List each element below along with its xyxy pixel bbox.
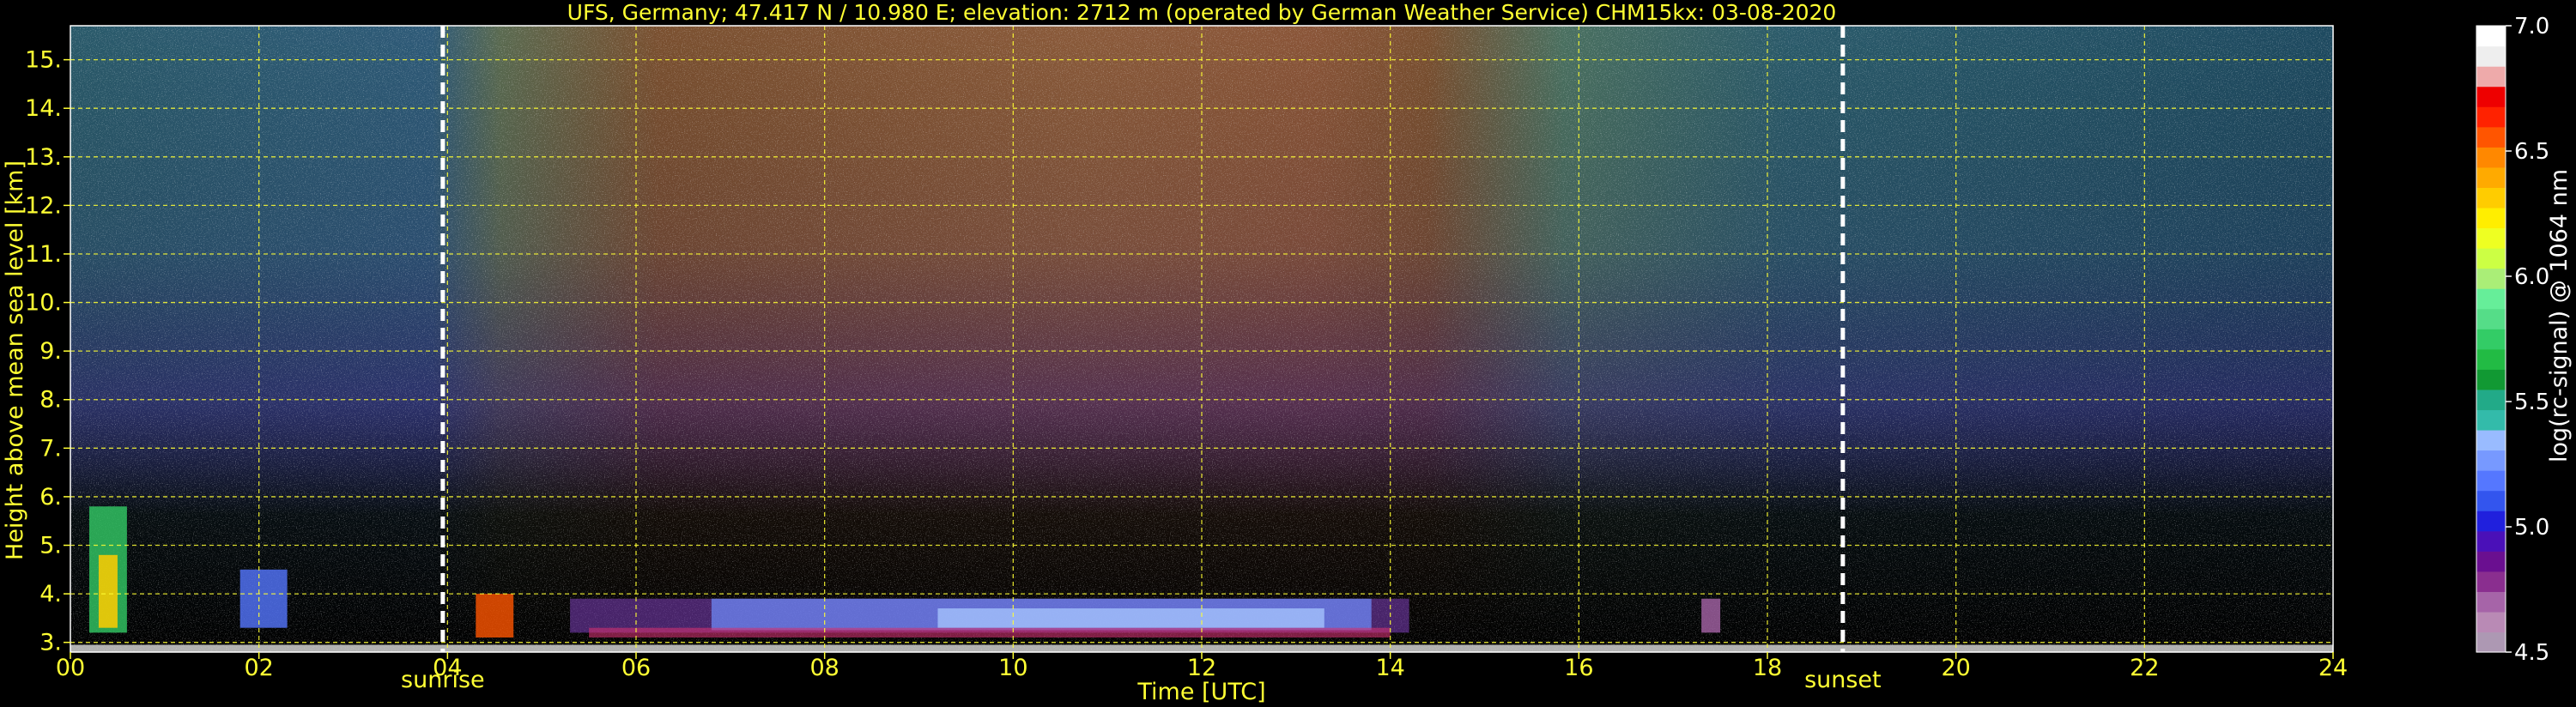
colorbar-segment [2476, 166, 2506, 188]
colorbar-segment [2476, 126, 2506, 148]
y-tick-label: 12. [25, 192, 62, 219]
colorbar-segment [2476, 248, 2506, 269]
x-tick-label: 16 [1564, 655, 1593, 681]
colorbar-segment [2476, 530, 2506, 552]
y-tick-label: 15. [25, 47, 62, 74]
colorbar-segment [2476, 308, 2506, 329]
colorbar-segment [2476, 86, 2506, 107]
colorbar-segment [2476, 571, 2506, 592]
colorbar-segment [2476, 409, 2506, 431]
x-tick-label: 00 [56, 655, 85, 681]
colorbar: 4.5 5.0 5.5 6.0 6.5 7.0 [2476, 14, 2549, 666]
cloud-04utc [476, 594, 514, 638]
colorbar-segment [2476, 45, 2506, 67]
colorbar-label: log(rc-signal) @ 1064 nm [2546, 169, 2573, 462]
colorbar-segment [2476, 348, 2506, 370]
x-tick-label: 02 [244, 655, 273, 681]
colorbar-tick-label: 6.0 [2514, 264, 2549, 290]
x-tick-label: 10 [998, 655, 1027, 681]
colorbar-segment [2476, 389, 2506, 411]
colorbar-segment [2476, 207, 2506, 229]
colorbar-tick-label: 5.5 [2514, 390, 2549, 415]
surface-layer [589, 627, 1391, 638]
colorbar-tick-label: 4.5 [2514, 640, 2549, 666]
x-axis: 00 02 04 06 08 10 12 14 16 18 20 22 24 [56, 652, 2348, 681]
y-tick-label: 8. [39, 387, 62, 414]
colorbar-segment [2476, 106, 2506, 128]
colorbar-segment [2476, 591, 2506, 613]
colorbar-segment [2476, 227, 2506, 249]
y-tick-label: 4. [39, 581, 62, 607]
colorbar-segment [2476, 511, 2506, 532]
colorbar-segment [2476, 490, 2506, 511]
colorbar-tick-label: 5.0 [2514, 515, 2549, 541]
colorbar-tick-label: 6.5 [2514, 139, 2549, 165]
x-tick-label: 18 [1753, 655, 1782, 681]
colorbar-segment [2476, 611, 2506, 633]
aerosol-layer-core [937, 608, 1324, 628]
y-tick-label: 11. [25, 241, 62, 268]
x-tick-label: 12 [1187, 655, 1216, 681]
colorbar-segment [2476, 450, 2506, 471]
y-tick-label: 6. [39, 484, 62, 511]
x-axis-label: Time [UTC] [1136, 679, 1265, 705]
chart-title: UFS, Germany; 47.417 N / 10.980 E; eleva… [567, 0, 1837, 25]
y-tick-label: 5. [39, 533, 62, 559]
y-tick-label: 3. [39, 630, 62, 656]
x-tick-label: 06 [621, 655, 651, 681]
y-tick-label: 7. [39, 435, 62, 462]
ceilometer-chart: sunrise sunset 00 02 04 06 08 10 12 14 16 18 20 22 24… [2, 0, 2573, 705]
colorbar-segment [2476, 429, 2506, 451]
cloud-02utc [239, 569, 288, 628]
colorbar-segment [2476, 470, 2506, 492]
y-tick-label: 14. [25, 95, 62, 122]
x-tick-label: 22 [2130, 655, 2159, 681]
y-tick-label: 9. [39, 338, 62, 365]
colorbar-segment [2476, 369, 2506, 390]
x-tick-label: 20 [1941, 655, 1970, 681]
y-axis: 3. 4. 5. 6. 7. 8. 9. 10. 11. 12. 13. 14. 15. [25, 47, 70, 656]
colorbar-segment [2476, 288, 2506, 310]
colorbar-segment [2476, 551, 2506, 572]
x-tick-label: 08 [809, 655, 839, 681]
sunset-label: sunset [1804, 667, 1882, 693]
x-tick-label: 04 [433, 655, 462, 681]
y-tick-label: 13. [25, 144, 62, 171]
colorbar-segment [2476, 187, 2506, 208]
colorbar-segment [2476, 329, 2506, 350]
cloud-00utc-core [98, 554, 118, 628]
colorbar-tick-label: 7.0 [2514, 14, 2549, 39]
colorbar-segment [2476, 147, 2506, 168]
y-tick-label: 10. [25, 290, 62, 317]
y-axis-label: Height above mean sea level [km] [2, 160, 28, 560]
colorbar-segment [2476, 26, 2506, 47]
plot-area: sunrise sunset [70, 25, 2334, 693]
x-tick-label: 14 [1375, 655, 1404, 681]
cloud-17utc [1701, 598, 1721, 633]
x-tick-label: 24 [2318, 655, 2348, 681]
colorbar-segment [2476, 66, 2506, 88]
colorbar-segment [2476, 631, 2506, 653]
colorbar-segment [2476, 268, 2506, 289]
